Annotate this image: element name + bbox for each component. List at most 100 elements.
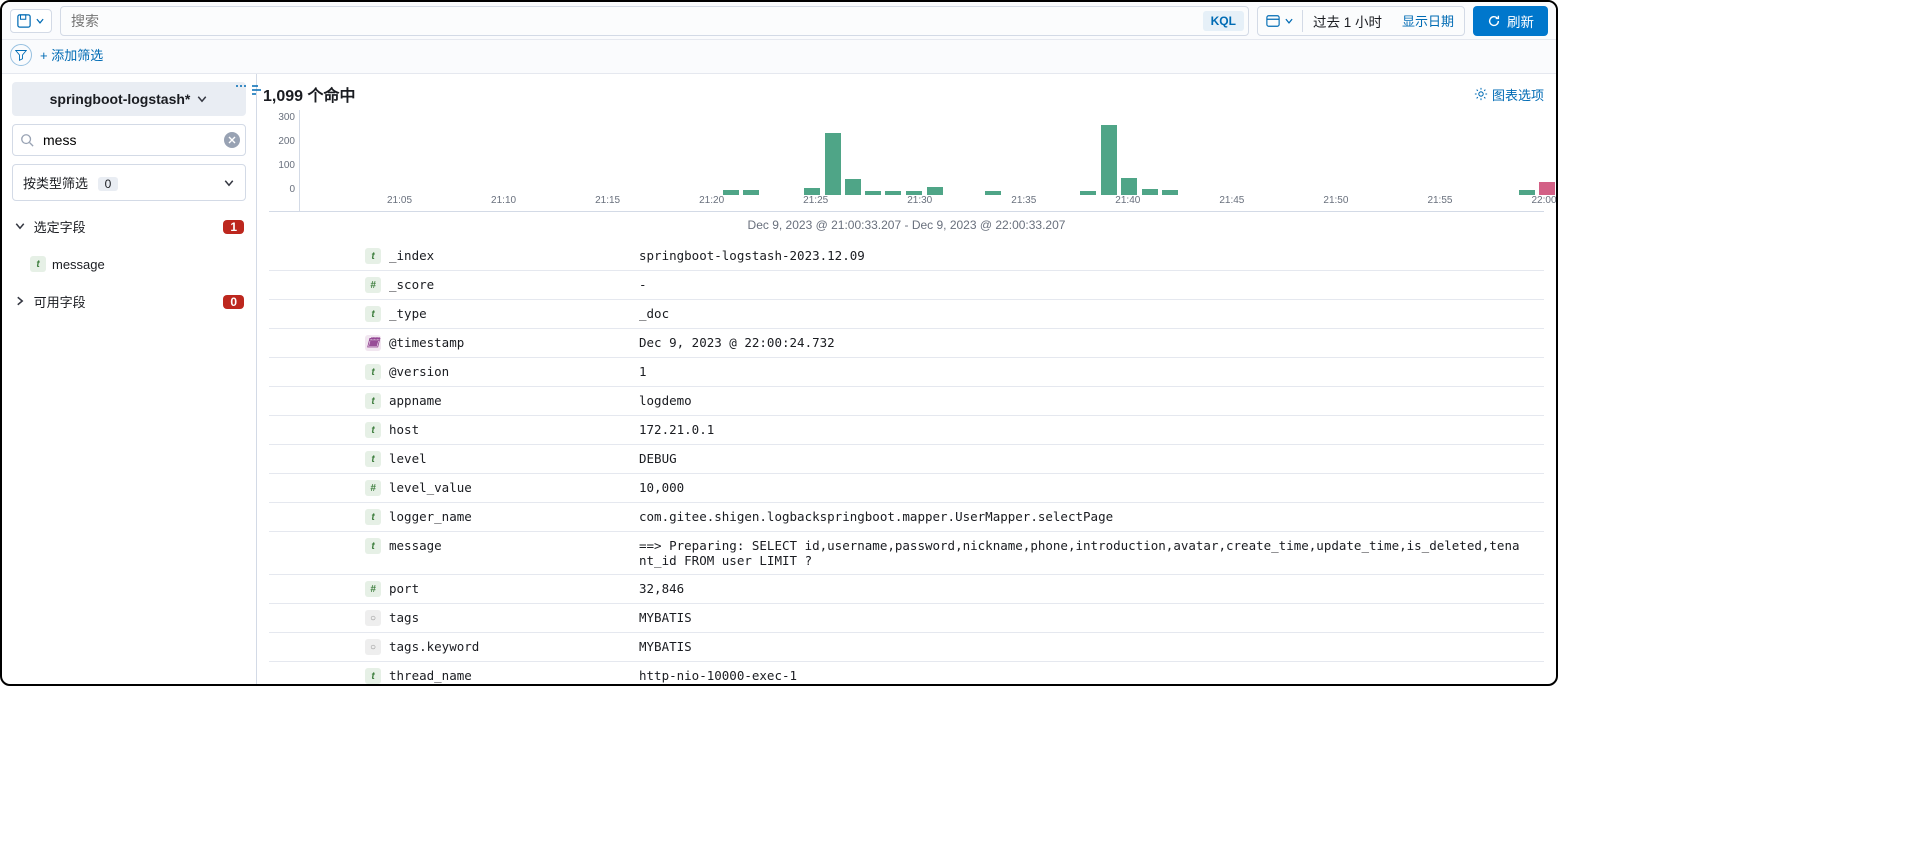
doc-field-key[interactable]: thost [269, 422, 639, 438]
doc-field-key[interactable]: ○ tags.keyword [269, 639, 639, 655]
chart-options-link[interactable]: 图表选项 [1474, 85, 1544, 104]
field-name: _score [389, 277, 434, 292]
doc-field-value: _doc [639, 306, 1544, 322]
doc-field-key[interactable]: tappname [269, 393, 639, 409]
field-item[interactable]: t message [12, 252, 246, 276]
chevron-down-icon [35, 16, 45, 26]
doc-field-key[interactable]: t_type [269, 306, 639, 322]
doc-field-key[interactable]: ○tags [269, 610, 639, 626]
doc-field-value: 172.21.0.1 [639, 422, 1544, 438]
field-type-icon: t [30, 256, 46, 272]
refresh-icon [1487, 14, 1501, 28]
filter-options-button[interactable] [10, 44, 32, 66]
chart-bar[interactable] [865, 191, 881, 195]
field-type-icon: t [365, 668, 381, 684]
chart-bar[interactable] [1162, 190, 1178, 195]
doc-field-key[interactable]: tthread_name [269, 668, 639, 684]
selected-fields-section[interactable]: 选定字段 1 [12, 209, 246, 244]
calendar-button[interactable] [1258, 10, 1303, 32]
doc-field-row: tlogger_namecom.gitee.shigen.logbackspri… [269, 503, 1544, 532]
add-filter-link[interactable]: + 添加筛选 [40, 45, 103, 64]
available-fields-label: 可用字段 [34, 295, 86, 310]
doc-field-value: DEBUG [639, 451, 1544, 467]
chart-bar[interactable] [1539, 182, 1555, 195]
available-fields-section[interactable]: 可用字段 0 [12, 284, 246, 319]
doc-field-value: MYBATIS [639, 639, 1544, 655]
doc-field-key[interactable]: #_score [269, 277, 639, 293]
field-name: host [389, 422, 419, 437]
chart-bar[interactable] [906, 191, 922, 195]
chart-bar[interactable] [743, 190, 759, 195]
collapse-left-icon[interactable] [235, 84, 247, 96]
chart-bar[interactable] [985, 191, 1001, 195]
doc-field-key[interactable]: 🗓@timestamp [269, 335, 639, 351]
doc-field-key[interactable]: t@version [269, 364, 639, 380]
show-dates-link[interactable]: 显示日期 [1392, 7, 1464, 34]
chart-bar[interactable] [885, 191, 901, 195]
field-name: tags.keyword [389, 639, 479, 654]
field-name: _type [389, 306, 427, 321]
chevron-down-icon [196, 93, 208, 105]
doc-field-row: ○ tags.keyword MYBATIS [269, 633, 1544, 662]
doc-field-key[interactable]: tlevel [269, 451, 639, 467]
refresh-button[interactable]: 刷新 [1473, 6, 1548, 36]
sidebar-collapse-icons [235, 84, 263, 96]
field-name: message [52, 257, 105, 272]
content-header: 1,099 个命中 图表选项 [257, 74, 1556, 106]
doc-field-row: t_indexspringboot-logstash-2023.12.09 [269, 242, 1544, 271]
chart-bar[interactable] [1519, 190, 1535, 195]
chart-bar[interactable] [845, 179, 861, 195]
chart-bar[interactable] [1121, 178, 1137, 196]
saved-query-button[interactable] [10, 9, 52, 33]
filter-bar: + 添加筛选 [2, 40, 1556, 74]
chart-bar[interactable] [723, 190, 739, 195]
clear-search-button[interactable] [224, 132, 240, 148]
doc-field-key[interactable]: t_index [269, 248, 639, 264]
field-type-icon: t [365, 422, 381, 438]
date-picker: 过去 1 小时 显示日期 [1257, 6, 1465, 36]
filter-icon [15, 49, 27, 61]
chevron-down-icon [1284, 16, 1294, 26]
doc-field-row: ○tagsMYBATIS [269, 604, 1544, 633]
search-input-wrap: KQL [60, 6, 1249, 36]
doc-field-value: 32,846 [639, 581, 1544, 597]
content: 1,099 个命中 图表选项 3002001000 21:0521:1021:1… [256, 74, 1556, 684]
field-search [12, 124, 246, 156]
doc-field-row: #port32,846 [269, 575, 1544, 604]
search-input[interactable] [61, 7, 1203, 35]
chart-bar[interactable] [825, 133, 841, 195]
field-search-input[interactable] [12, 124, 246, 156]
kql-toggle[interactable]: KQL [1203, 11, 1244, 31]
doc-field-value: MYBATIS [639, 610, 1544, 626]
doc-field-row: #_score - [269, 271, 1544, 300]
field-type-icon: t [365, 509, 381, 525]
index-pattern-button[interactable]: springboot-logstash* [12, 82, 246, 116]
histogram-chart: 3002001000 21:0521:1021:1521:2021:2521:3… [257, 110, 1556, 242]
chart-bar[interactable] [804, 188, 820, 195]
doc-field-key[interactable]: #level_value [269, 480, 639, 496]
field-name: logger_name [389, 509, 472, 524]
doc-field-key[interactable]: t logger_name [269, 509, 639, 525]
chart-bar[interactable] [1142, 189, 1158, 195]
doc-field-key[interactable]: #port [269, 581, 639, 597]
expand-icon[interactable] [251, 84, 263, 96]
doc-field-value: logdemo [639, 393, 1544, 409]
chevron-down-icon [14, 220, 30, 232]
doc-field-row: t@version1 [269, 358, 1544, 387]
field-type-icon: # [365, 581, 381, 597]
doc-field-value: 10,000 [639, 480, 1544, 496]
type-filter-button[interactable]: 按类型筛选 0 [12, 164, 246, 201]
field-name: @timestamp [389, 335, 464, 350]
disk-icon [17, 14, 31, 28]
field-type-icon: ○ [365, 639, 381, 655]
doc-field-value: 1 [639, 364, 1544, 380]
selected-fields-label: 选定字段 [34, 220, 86, 235]
chart-bar[interactable] [927, 187, 943, 195]
refresh-label: 刷新 [1507, 11, 1534, 31]
doc-field-key[interactable]: tmessage [269, 538, 639, 568]
time-range-label[interactable]: 过去 1 小时 [1303, 7, 1392, 35]
field-type-icon: t [365, 451, 381, 467]
doc-field-row: tlevelDEBUG [269, 445, 1544, 474]
chart-bar[interactable] [1101, 125, 1117, 195]
chart-bar[interactable] [1080, 191, 1096, 195]
